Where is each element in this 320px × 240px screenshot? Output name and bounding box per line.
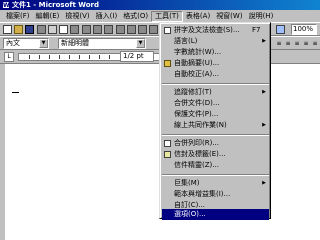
word-app-icon[interactable]: W	[2, 1, 10, 9]
new-document-icon[interactable]	[3, 25, 12, 34]
submenu-arrow-icon: ▶	[262, 38, 266, 44]
paste-icon[interactable]	[104, 25, 113, 34]
menu-separator	[162, 83, 269, 85]
menu-item-spelling[interactable]: 拼字及文法檢查(S)... F7	[162, 25, 269, 36]
window-title: 文件1 - Microsoft Word	[12, 1, 99, 9]
menu-insert[interactable]: 插入(I)	[93, 11, 121, 22]
zoom-box[interactable]: 100%	[291, 24, 317, 35]
menu-item-envelopes-labels[interactable]: 信封及標籤(E)...	[162, 149, 269, 160]
menu-item-track-changes[interactable]: 追蹤修訂(T) ▶	[162, 87, 269, 98]
align-center-icon[interactable]: ≡	[284, 39, 292, 49]
align-left-icon[interactable]: ≡	[275, 39, 283, 49]
envelope-icon	[164, 151, 171, 158]
menu-item-merge-documents[interactable]: 合併文件(D)...	[162, 98, 269, 109]
shortcut-label: F7	[252, 26, 261, 34]
insert-hyperlink-icon[interactable]	[149, 25, 158, 34]
mail-merge-icon	[164, 140, 171, 147]
menu-item-mail-merge[interactable]: 合併列印(R)...	[162, 138, 269, 149]
submenu-arrow-icon: ▶	[262, 122, 266, 128]
email-icon[interactable]	[37, 25, 46, 34]
menu-edit[interactable]: 編輯(E)	[33, 11, 63, 22]
tools-menu: 拼字及文法檢查(S)... F7 語言(L) ▶ 字數統計(W)... 自動摘要…	[159, 22, 271, 220]
menu-table[interactable]: 表格(A)	[183, 11, 213, 22]
menu-help[interactable]: 說明(H)	[246, 11, 277, 22]
redo-icon[interactable]	[138, 25, 147, 34]
end-of-document-marker	[12, 92, 19, 93]
menu-item-language[interactable]: 語言(L) ▶	[162, 36, 269, 47]
chevron-down-icon[interactable]: ▼	[39, 39, 48, 48]
font-value: 新細明體	[61, 39, 89, 47]
submenu-arrow-icon: ▶	[262, 180, 266, 186]
zoom-icon	[276, 25, 285, 34]
open-folder-icon[interactable]	[14, 25, 23, 34]
cut-icon[interactable]	[82, 25, 91, 34]
save-icon[interactable]	[25, 25, 34, 34]
menu-separator	[162, 134, 269, 136]
menu-bar: 檔案(F) 編輯(E) 檢視(V) 插入(I) 格式(O) 工具(T) 表格(A…	[0, 10, 320, 22]
font-combo[interactable]: 新細明體 ▼	[58, 38, 146, 49]
menu-item-letter-wizard[interactable]: 信件精靈(Z)...	[162, 160, 269, 171]
autosummarize-icon	[164, 60, 171, 67]
align-right-icon[interactable]: ≡	[293, 39, 301, 49]
style-combo[interactable]: 內文 ▼	[3, 38, 49, 49]
menu-item-autocorrect[interactable]: 自動校正(A)...	[162, 69, 269, 80]
menu-item-online-collaboration[interactable]: 線上共同作業(N) ▶	[162, 120, 269, 131]
title-bar: W 文件1 - Microsoft Word	[0, 0, 320, 10]
menu-view[interactable]: 檢視(V)	[62, 11, 92, 22]
print-preview-icon[interactable]	[59, 25, 68, 34]
menu-item-templates-addins[interactable]: 範本與增益集(I)...	[162, 189, 269, 200]
menu-item-options[interactable]: 選項(O)...	[162, 209, 269, 220]
menu-file[interactable]: 檔案(F)	[3, 11, 33, 22]
menu-item-protect-document[interactable]: 保護文件(P)...	[162, 109, 269, 120]
line-weight-box[interactable]: 1/2 pt	[120, 51, 154, 62]
menu-format[interactable]: 格式(O)	[120, 11, 151, 22]
justify-icon[interactable]: ≡	[302, 39, 310, 49]
menu-separator	[162, 174, 269, 176]
distributed-icon[interactable]: ≡	[311, 39, 319, 49]
menu-tools[interactable]: 工具(T)	[151, 10, 183, 22]
print-icon[interactable]	[48, 25, 57, 34]
menu-item-macro[interactable]: 巨集(M) ▶	[162, 178, 269, 189]
style-value: 內文	[6, 39, 20, 47]
tab-selector-icon[interactable]: L	[4, 52, 14, 62]
vertical-ruler	[0, 64, 5, 240]
menu-window[interactable]: 視窗(W)	[213, 11, 245, 22]
menu-item-autosummarize[interactable]: 自動摘要(U)...	[162, 58, 269, 69]
undo-icon[interactable]	[127, 25, 136, 34]
chevron-down-icon[interactable]: ▼	[136, 39, 145, 48]
copy-icon[interactable]	[93, 25, 102, 34]
menu-item-word-count[interactable]: 字數統計(W)...	[162, 47, 269, 58]
spelling-icon	[164, 27, 171, 34]
spelling-check-icon[interactable]	[70, 25, 79, 34]
format-painter-icon[interactable]	[116, 25, 125, 34]
submenu-arrow-icon: ▶	[262, 89, 266, 95]
